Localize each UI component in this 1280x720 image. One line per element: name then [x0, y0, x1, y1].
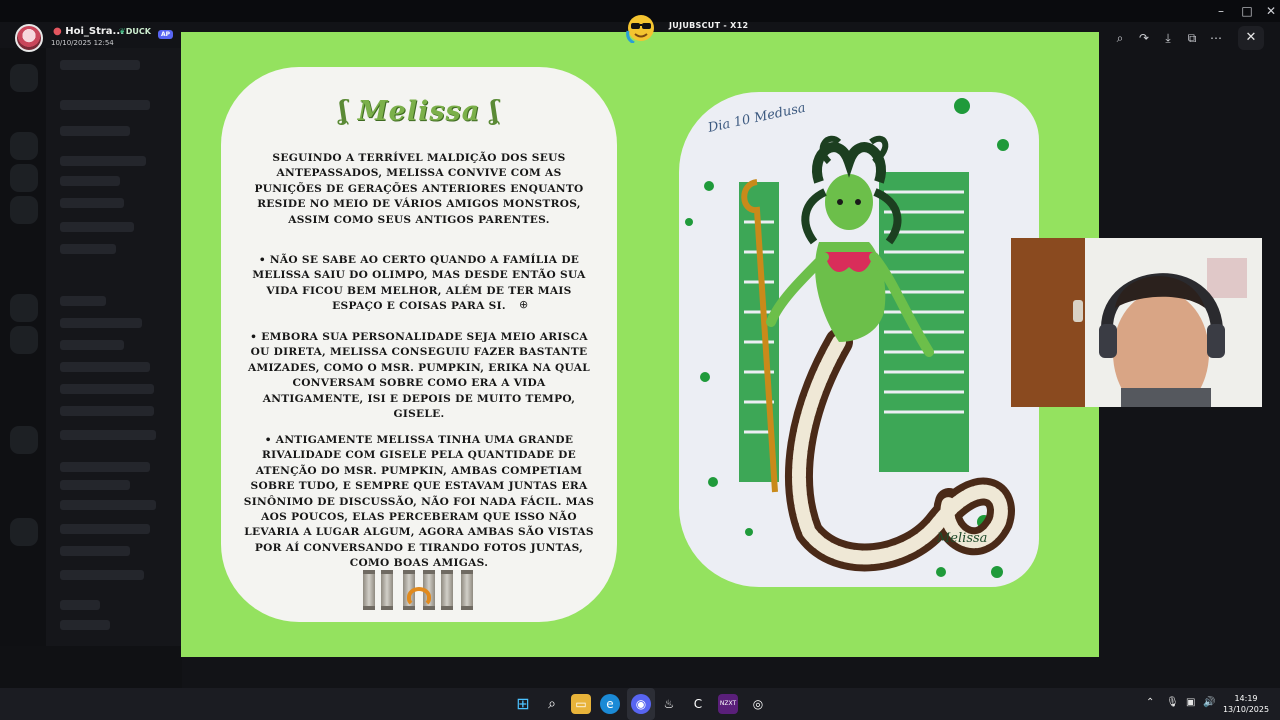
snake-ornament-icon: ʆ [490, 96, 499, 126]
microphone-icon[interactable]: 🎙 [1166, 697, 1179, 708]
channel-item[interactable] [60, 500, 156, 510]
lore-paragraph: • Antigamente Melissa tinha uma grande r… [243, 434, 595, 570]
open-external-icon[interactable]: ⧉ [1182, 28, 1202, 48]
screen: – □ ✕ ● Hoi_Stra... 10/10/2025 12:54 ❦DU… [0, 0, 1280, 720]
channel-item[interactable] [60, 244, 116, 254]
file-explorer-icon[interactable]: ▭ [571, 694, 591, 714]
streamer-name: JUJUBSCUT - X12 [669, 21, 749, 30]
ccleaner-icon[interactable]: C [688, 694, 708, 714]
server-icon[interactable] [10, 132, 38, 160]
clock-date: 13/10/2025 [1222, 705, 1270, 714]
channel-item[interactable] [60, 546, 130, 556]
channel-item[interactable] [60, 524, 150, 534]
channel-item[interactable] [60, 176, 120, 186]
zoom-cursor-icon: ⊕ [519, 298, 529, 311]
card-title: Melissa [357, 95, 481, 127]
download-icon[interactable]: ⤓ [1158, 28, 1178, 48]
channel-item[interactable] [60, 198, 124, 208]
user-panel [0, 646, 182, 688]
lore-paragraph: • Embora sua personalidade seja meio ari… [247, 331, 591, 421]
channel-item[interactable] [60, 600, 100, 610]
channel-item[interactable] [60, 318, 142, 328]
channel-item[interactable] [60, 406, 154, 416]
artwork-slide: ʆ Melissa ʆ Seguindo a terrível maldição… [181, 32, 1099, 657]
close-viewer-button[interactable]: ✕ [1238, 26, 1264, 50]
pillar-icon [441, 570, 453, 610]
channel-item[interactable] [60, 462, 150, 472]
edge-browser-icon[interactable]: e [600, 694, 620, 714]
status-dot-icon: ● [53, 26, 66, 37]
channel-item[interactable] [60, 340, 124, 350]
search-icon[interactable]: ⌕ [542, 694, 562, 714]
obs-icon[interactable]: ◎ [748, 694, 768, 714]
volume-icon[interactable]: 🔊 [1203, 697, 1215, 708]
channel-item[interactable] [60, 480, 130, 490]
taskbar-clock[interactable]: 14:19 13/10/2025 [1221, 693, 1271, 715]
server-icon[interactable] [10, 196, 38, 224]
medusa-drawing: Dia 10 Medusa Melissa [679, 92, 1039, 587]
window-close-button[interactable]: ✕ [1256, 3, 1280, 19]
server-icon[interactable] [10, 164, 38, 192]
pillar-icon [461, 570, 473, 610]
streamer-avatar [626, 13, 656, 45]
taskbar: ⊞ ⌕ ▭ e ◉ ♨ C NZXT ◎ ⌃ 🎙 ▣ 🔊 [0, 688, 1280, 720]
card-title-row: ʆ Melissa ʆ [221, 91, 617, 131]
forward-icon[interactable]: ↷ [1134, 28, 1154, 48]
server-list [0, 48, 46, 688]
lore-paragraph: • Não se sabe ao certo quando a família … [252, 254, 586, 313]
app-badge: AP [158, 30, 174, 39]
clock-time: 14:19 [1234, 694, 1258, 703]
nzxt-icon[interactable]: NZXT [718, 694, 738, 714]
server-tag-text: DUCK [125, 27, 151, 36]
pillars-ornament [361, 567, 477, 611]
server-icon[interactable] [10, 294, 38, 322]
lore-paragraph: Seguindo a terrível maldição dos seus an… [254, 152, 584, 226]
discord-icon[interactable]: ◉ [631, 694, 651, 714]
zoom-icon[interactable]: ⌕ [1110, 28, 1130, 48]
channel-item[interactable] [60, 60, 140, 70]
pillar-icon [363, 570, 375, 610]
channel-item[interactable] [60, 362, 150, 372]
snake-ornament-icon: ʆ [339, 96, 348, 126]
viewer-username-text: Hoi_Stra... [65, 26, 124, 37]
channel-item[interactable] [60, 384, 154, 394]
pillar-icon [381, 570, 393, 610]
channel-item[interactable] [60, 156, 146, 166]
viewer-username: ● Hoi_Stra... [53, 26, 124, 37]
server-icon[interactable] [10, 64, 38, 92]
drawing-signature: Melissa [936, 531, 987, 546]
medusa-illustration: Dia 10 Medusa Melissa [685, 98, 1015, 578]
channel-item[interactable] [60, 620, 110, 630]
channel-item[interactable] [60, 296, 106, 306]
more-options-icon[interactable]: ⋯ [1206, 28, 1226, 48]
channel-item[interactable] [60, 430, 156, 440]
server-icon[interactable] [10, 518, 38, 546]
server-icon[interactable] [10, 426, 38, 454]
lore-card: ʆ Melissa ʆ Seguindo a terrível maldição… [221, 67, 617, 622]
channel-item[interactable] [60, 222, 134, 232]
server-icon[interactable] [10, 326, 38, 354]
avatar[interactable] [15, 24, 43, 52]
channel-item[interactable] [60, 570, 144, 580]
tray-overflow-icon[interactable]: ⌃ [1146, 697, 1154, 708]
leaf-icon: ❦ [119, 27, 126, 36]
steam-icon[interactable]: ♨ [659, 694, 679, 714]
start-windows-icon[interactable]: ⊞ [513, 694, 533, 714]
snake-icon [407, 587, 431, 607]
network-icon[interactable]: ▣ [1186, 697, 1195, 708]
server-tag: ❦DUCK [119, 27, 151, 36]
webcam-overlay [1011, 238, 1262, 407]
viewer-date: 10/10/2025 12:54 [51, 39, 114, 47]
channel-item[interactable] [60, 100, 150, 110]
channel-item[interactable] [60, 126, 130, 136]
drawing-caption: Dia 10 Medusa [706, 101, 807, 137]
